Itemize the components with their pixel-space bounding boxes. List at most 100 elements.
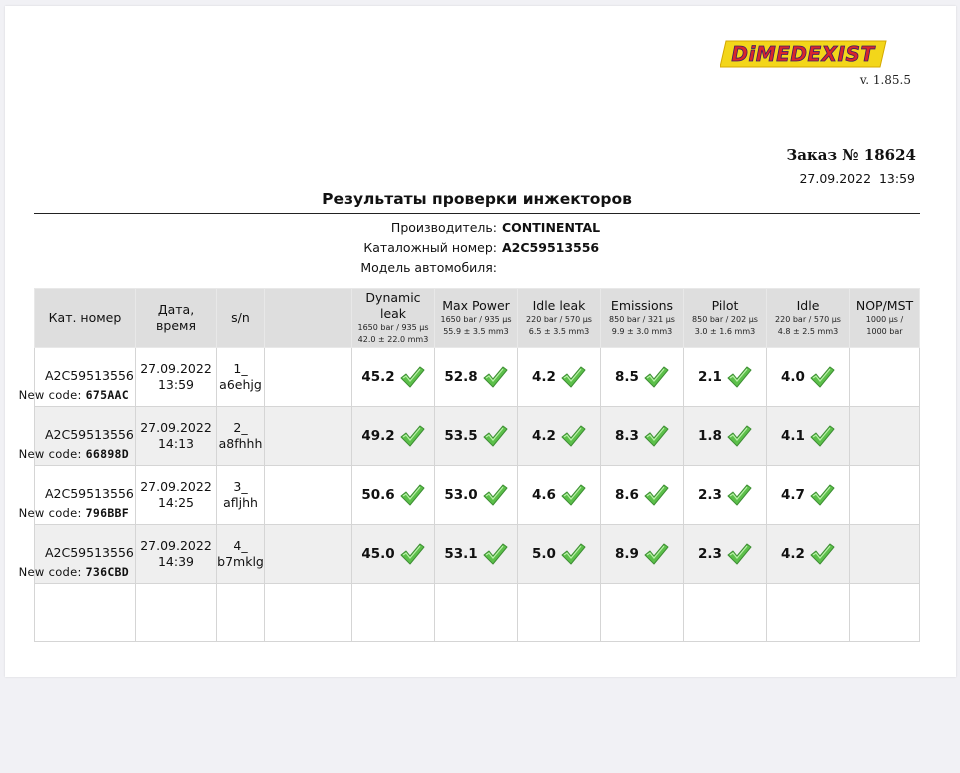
serial-code: b7mklg: [217, 554, 264, 569]
cell-dynamic-leak: 49.2: [351, 406, 435, 466]
test-result: 4.0: [767, 365, 849, 389]
test-result: 5.0: [518, 542, 600, 566]
cell-dynamic-leak: 50.6: [351, 465, 435, 525]
check-icon: [644, 484, 669, 506]
check-icon: [561, 543, 586, 565]
cell-part-number: A2C59513556 New code: 675AAC: [19, 347, 136, 407]
empty-cell: [264, 583, 352, 642]
cell-idle-leak: 4.2: [517, 347, 601, 407]
version-label: v. 1.85.5: [859, 73, 911, 87]
cell-idle: 4.7: [766, 465, 850, 525]
cell-date-time: 27.09.2022 14:25: [135, 465, 217, 525]
test-date: 27.09.2022: [140, 479, 212, 494]
cell-blank: [264, 347, 352, 407]
test-result: 1.8: [684, 424, 766, 448]
cell-emissions: 8.6: [600, 465, 684, 525]
table-header-row: Кат. номер Дата, время s/n Dynamic leak 16…: [34, 288, 920, 348]
test-date: 27.09.2022: [140, 361, 212, 376]
check-icon: [810, 543, 835, 565]
check-icon: [727, 484, 752, 506]
check-icon: [483, 484, 508, 506]
cell-blank: [264, 406, 352, 466]
cell-pilot: 2.3: [683, 465, 767, 525]
result-value: 4.2: [532, 369, 556, 385]
check-icon: [400, 366, 425, 388]
serial-prefix: 3_: [233, 479, 248, 494]
check-icon: [810, 484, 835, 506]
cell-pilot: 2.3: [683, 524, 767, 584]
test-result: 4.2: [518, 424, 600, 448]
results-table: Кат. номер Дата, время s/n Dynamic leak 16…: [19, 288, 920, 642]
serial-prefix: 4_: [233, 538, 248, 553]
new-code: New code: 66898D: [18, 447, 129, 461]
result-value: 2.3: [698, 487, 722, 503]
empty-cell: [34, 583, 136, 642]
result-value: 53.5: [444, 428, 478, 444]
header-blank: [264, 288, 352, 348]
cell-idle: 4.0: [766, 347, 850, 407]
header-date-time: Дата, время: [135, 288, 217, 348]
test-result: 2.3: [684, 542, 766, 566]
result-value: 45.2: [361, 369, 395, 385]
test-result: 50.6: [352, 483, 434, 507]
header-emissions: Emissions 850 bar / 321 µs 9.9 ± 3.0 mm3: [600, 288, 684, 348]
report-title: Результаты проверки инжекторов: [322, 190, 632, 208]
cell-idle-leak: 4.6: [517, 465, 601, 525]
logo-text: DiMEDEXIST: [731, 42, 875, 66]
test-result: 52.8: [435, 365, 517, 389]
check-icon: [400, 543, 425, 565]
empty-cell: [683, 583, 767, 642]
test-time: 14:13: [157, 436, 195, 451]
check-icon: [810, 425, 835, 447]
result-value: 45.0: [361, 546, 395, 562]
header-idle: Idle 220 bar / 570 µs 4.8 ± 2.5 mm3: [766, 288, 850, 348]
result-value: 49.2: [361, 428, 395, 444]
result-value: 8.6: [615, 487, 639, 503]
result-value: 52.8: [444, 369, 478, 385]
table-row: A2C59513556 New code: 796BBF 27.09.2022 1…: [19, 465, 920, 525]
cell-serial: 2_ a8fhhh: [216, 406, 265, 466]
test-result: 53.0: [435, 483, 517, 507]
result-value: 4.2: [532, 428, 556, 444]
serial-prefix: 1_: [233, 361, 248, 376]
cell-date-time: 27.09.2022 14:39: [135, 524, 217, 584]
catalog-value: A2C59513556: [502, 240, 600, 255]
empty-cell: [351, 583, 435, 642]
result-value: 2.1: [698, 369, 722, 385]
result-value: 53.0: [444, 487, 478, 503]
check-icon: [483, 543, 508, 565]
test-result: 53.5: [435, 424, 517, 448]
empty-row: [34, 583, 920, 642]
report-sheet: DiMEDEXIST v. 1.85.5 Заказ № 18624 27.09…: [5, 6, 956, 677]
result-value: 4.2: [781, 546, 805, 562]
check-icon: [483, 366, 508, 388]
test-result: 2.3: [684, 483, 766, 507]
check-icon: [727, 543, 752, 565]
test-result: 8.9: [601, 542, 683, 566]
cell-part-number: A2C59513556 New code: 736CBD: [19, 524, 136, 584]
cell-max-power: 53.5: [434, 406, 518, 466]
injector-info: Производитель: CONTINENTAL Каталожный но…: [34, 219, 920, 279]
test-date: 27.09.2022: [140, 420, 212, 435]
cell-serial: 3_ afljhh: [216, 465, 265, 525]
title-divider: [34, 213, 920, 214]
cell-serial: 4_ b7mklg: [216, 524, 265, 584]
check-icon: [810, 366, 835, 388]
check-icon: [561, 425, 586, 447]
empty-cell: [434, 583, 518, 642]
new-code: New code: 736CBD: [18, 565, 129, 579]
check-icon: [400, 425, 425, 447]
test-time: 14:25: [157, 495, 195, 510]
cell-nop-mst: [849, 406, 920, 466]
test-date: 27.09.2022: [140, 538, 212, 553]
header-max-power: Max Power 1650 bar / 935 µs 55.9 ± 3.5 mm3: [434, 288, 518, 348]
header-dynamic-leak: Dynamic leak 1650 bar / 935 µs 42.0 ± 22.0…: [351, 288, 435, 348]
test-result: 8.3: [601, 424, 683, 448]
table-row: A2C59513556 New code: 66898D 27.09.2022 1…: [19, 406, 920, 466]
table-row: A2C59513556 New code: 736CBD 27.09.2022 1…: [19, 524, 920, 584]
cell-idle: 4.2: [766, 524, 850, 584]
result-value: 5.0: [532, 546, 556, 562]
part-number: A2C59513556: [45, 545, 134, 560]
catalog-label: Каталожный номер:: [363, 240, 497, 255]
cell-max-power: 53.1: [434, 524, 518, 584]
